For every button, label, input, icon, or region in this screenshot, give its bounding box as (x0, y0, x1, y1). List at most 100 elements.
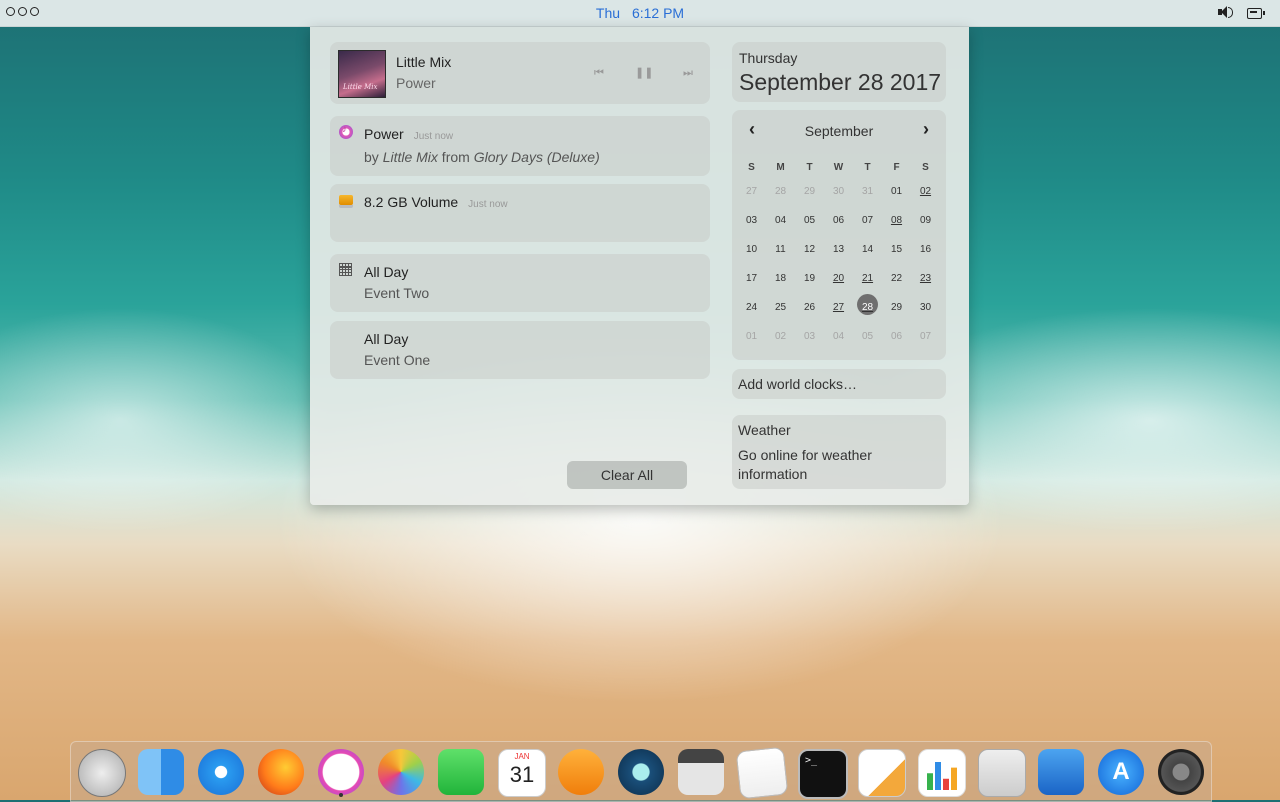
calendar-day[interactable]: 27 (737, 178, 766, 207)
terminal-icon[interactable] (798, 749, 848, 799)
calendar-week-row: 03 04 05 06 07 08 09 (737, 207, 941, 236)
textedit-icon[interactable] (735, 746, 789, 800)
calendar-day[interactable]: 07 (853, 207, 882, 236)
calendar-day[interactable]: 01 (882, 178, 911, 207)
notification-body: by Little Mix from Glory Days (Deluxe) (364, 149, 600, 165)
calendar-day[interactable]: 09 (911, 207, 940, 236)
pages-icon[interactable] (858, 749, 906, 797)
vlc-icon[interactable] (558, 749, 604, 795)
calendar-day[interactable]: 06 (824, 207, 853, 236)
keynote-icon[interactable] (1038, 749, 1084, 795)
calendar-day[interactable]: 29 (882, 294, 911, 323)
previous-track-icon[interactable]: ⏮ (590, 66, 608, 80)
calendar-weekday-label: T (806, 162, 813, 173)
pause-icon[interactable]: ❚❚ (635, 66, 653, 80)
calendar-day[interactable]: 26 (795, 294, 824, 323)
calendar-day[interactable]: 13 (824, 236, 853, 265)
screenshot-icon[interactable] (978, 749, 1026, 797)
quicktime-icon[interactable] (618, 749, 664, 795)
calendar-weekday-label: T (864, 162, 871, 173)
calendar-day[interactable]: 19 (795, 265, 824, 294)
next-track-icon[interactable]: ⏭ (679, 66, 697, 80)
calendar-day[interactable]: 02 (766, 323, 795, 352)
calendar-week-row: 01 02 03 04 05 06 07 (737, 323, 941, 352)
facetime-icon[interactable] (438, 749, 484, 795)
calendar-weekday-label: S (922, 162, 929, 173)
calendar-day[interactable]: 05 (795, 207, 824, 236)
notification-music[interactable]: PowerJust now by Little Mix from Glory D… (330, 116, 710, 176)
calendar-day[interactable]: 04 (766, 207, 795, 236)
top-bar: Thu 6:12 PM (0, 0, 1280, 27)
calendar-day[interactable]: 02 (911, 178, 940, 207)
calendar-day[interactable]: 20 (824, 265, 853, 294)
appstore-icon[interactable] (1098, 749, 1144, 795)
calendar-grid-icon (339, 263, 352, 276)
launcher-icon[interactable] (78, 749, 126, 797)
clear-all-button[interactable]: Clear All (567, 461, 687, 489)
weather-title: Weather (738, 422, 791, 438)
calculator-icon[interactable] (678, 749, 724, 795)
calendar-day[interactable]: 08 (882, 207, 911, 236)
system-tray (1217, 5, 1265, 19)
calendar-day[interactable]: 17 (737, 265, 766, 294)
battery-icon[interactable] (1247, 7, 1265, 19)
numbers-icon[interactable] (918, 749, 966, 797)
weather-widget[interactable]: Weather Go online for weather informatio… (732, 415, 946, 489)
calendar-day[interactable]: 03 (795, 323, 824, 352)
calendar-weekday-row: SMTWTFS (737, 162, 941, 178)
calendar-day[interactable]: 22 (882, 265, 911, 294)
date-weekday: Thursday (739, 50, 798, 66)
chevron-right-icon[interactable]: › (918, 120, 934, 140)
volume-icon[interactable] (1217, 5, 1233, 19)
calendar-day[interactable]: 28 (766, 178, 795, 207)
calendar-day[interactable]: 06 (882, 323, 911, 352)
notification-event-one[interactable]: All Day Event One (330, 321, 710, 379)
calendar-day[interactable]: 18 (766, 265, 795, 294)
notification-body: Event Two (364, 285, 430, 301)
notification-title: All Day (364, 264, 409, 280)
calendar-day[interactable]: 14 (853, 236, 882, 265)
calendar-day[interactable]: 29 (795, 178, 824, 207)
calendar-week-row: 17 18 19 20 21 22 23 (737, 265, 941, 294)
calendar-day-today[interactable]: 28 (853, 294, 882, 323)
notification-volume[interactable]: 8.2 GB Volume Just now (330, 184, 710, 242)
calendar-day[interactable]: 04 (824, 323, 853, 352)
calendar-day[interactable]: 07 (911, 323, 940, 352)
calendar-day[interactable]: 30 (824, 178, 853, 207)
calendar-day[interactable]: 16 (911, 236, 940, 265)
calendar-day[interactable]: 23 (911, 265, 940, 294)
notification-event-two[interactable]: All Day Event Two (330, 254, 710, 312)
drive-icon (339, 195, 353, 208)
calendar-day[interactable]: 15 (882, 236, 911, 265)
calendar-month: September (804, 123, 874, 139)
notification-center: Little Mix Power ⏮ ❚❚ ⏭ PowerJust now by… (310, 27, 969, 505)
calendar-icon[interactable] (498, 749, 546, 797)
now-playing-song: Power (396, 75, 436, 91)
calendar-day[interactable]: 30 (911, 294, 940, 323)
now-playing-artist: Little Mix (396, 54, 452, 70)
calendar-day[interactable]: 11 (766, 236, 795, 265)
calendar-day[interactable]: 27 (824, 294, 853, 323)
photos-icon[interactable] (378, 749, 424, 795)
music-icon[interactable] (318, 749, 364, 795)
calendar-day[interactable]: 10 (737, 236, 766, 265)
calendar-day[interactable]: 05 (853, 323, 882, 352)
prefs-icon[interactable] (1158, 749, 1204, 795)
calendar-day[interactable]: 25 (766, 294, 795, 323)
clock-day: Thu (595, 5, 621, 21)
calendar-day[interactable]: 03 (737, 207, 766, 236)
calendar-day[interactable]: 31 (853, 178, 882, 207)
running-indicator-icon (339, 793, 343, 797)
calendar-day[interactable]: 01 (737, 323, 766, 352)
calendar-grid: SMTWTFS 27 28 29 30 31 01 02 03 04 05 06 07 08 09 10 11… (737, 162, 941, 352)
calendar-week-row: 24 25 26 27 28 29 30 (737, 294, 941, 323)
calendar-day[interactable]: 12 (795, 236, 824, 265)
clock[interactable]: Thu 6:12 PM (0, 5, 1280, 21)
firefox-icon[interactable] (258, 749, 304, 795)
calendar-day[interactable]: 24 (737, 294, 766, 323)
calendar-day[interactable]: 21 (853, 265, 882, 294)
world-clocks-widget[interactable]: Add world clocks… (732, 369, 946, 399)
safari-icon[interactable] (198, 749, 244, 795)
notification-title: Power Just now (364, 126, 454, 142)
finder-icon[interactable] (138, 749, 184, 795)
